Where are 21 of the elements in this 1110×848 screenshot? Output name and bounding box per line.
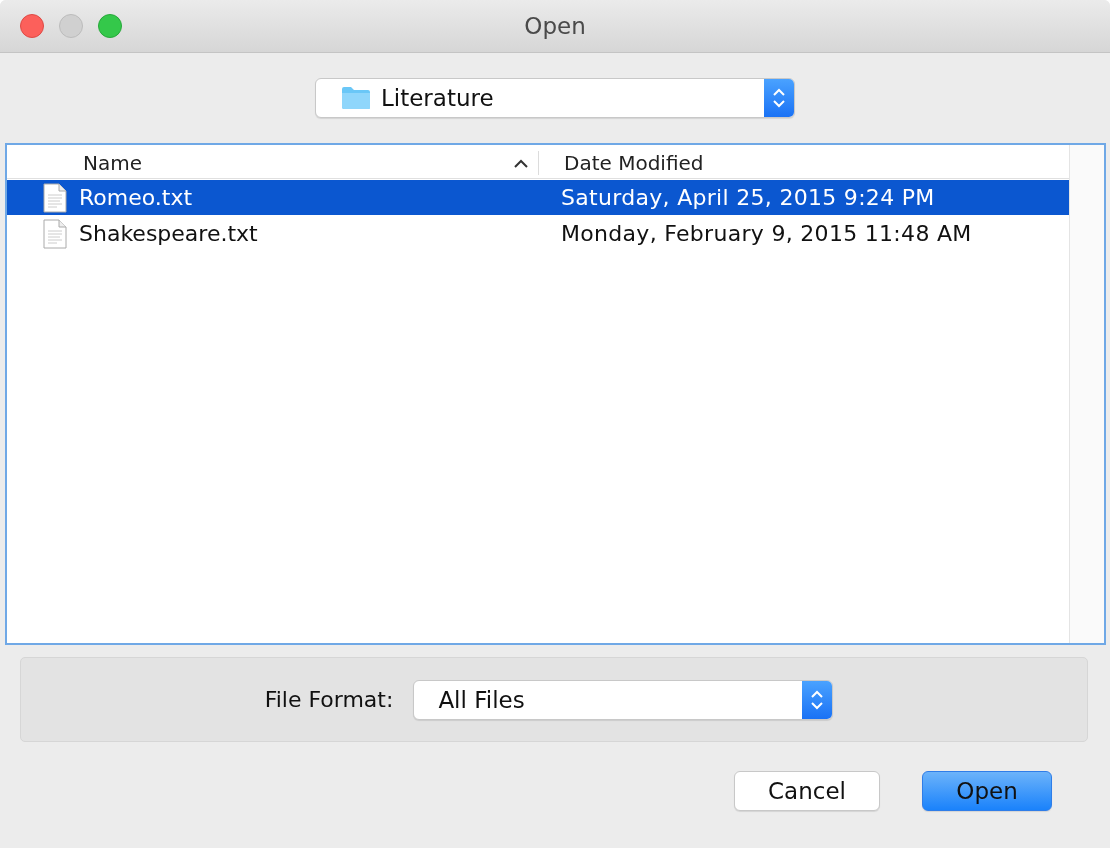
- window-title: Open: [524, 13, 586, 39]
- stepper-icon: [772, 86, 786, 110]
- column-header[interactable]: Name: [7, 151, 539, 175]
- folder-icon: [341, 86, 371, 110]
- close-button[interactable]: [20, 14, 44, 38]
- format-label: File Format:: [264, 687, 394, 712]
- location-popup[interactable]: Literature: [315, 78, 795, 118]
- document-icon: [43, 182, 67, 213]
- dialog-button[interactable]: Cancel: [734, 771, 880, 811]
- format-popup[interactable]: All Files: [413, 679, 834, 720]
- zoom-button[interactable]: [98, 14, 122, 38]
- file-name: Romeo.txt: [79, 185, 193, 210]
- default-button[interactable]: Open: [922, 771, 1052, 811]
- document-icon: [43, 218, 67, 249]
- date-modified: Saturday, April 25, 2015 9:24 PM: [560, 185, 936, 210]
- file-row[interactable]: Romeo.txt Saturday, April 25, 2015 9:24 PM: [7, 180, 1069, 215]
- column-header[interactable]: Date Modified: [539, 151, 1069, 175]
- date-modified: Monday, February 9, 2015 11:48 AM: [560, 221, 973, 246]
- file-name: Shakespeare.txt: [79, 221, 258, 246]
- sort-ascending-icon: [514, 158, 528, 168]
- minimize-button[interactable]: [59, 14, 83, 38]
